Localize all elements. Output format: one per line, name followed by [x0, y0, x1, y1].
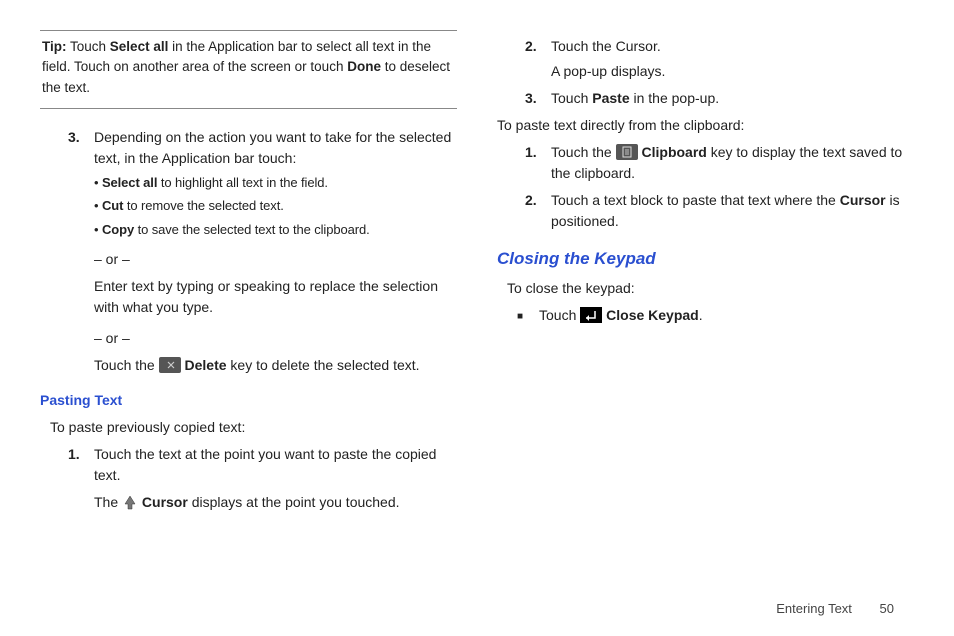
paste-step-1-body: Touch the text at the point you want to …: [94, 444, 457, 486]
paste-step-3-num: 3.: [525, 88, 551, 109]
bullet-2-rest: to remove the selected text.: [123, 198, 283, 213]
bullet-3-rest: to save the selected text to the clipboa…: [134, 222, 370, 237]
bullet-2-b: Cut: [102, 198, 123, 213]
p2-line2: A pop-up displays.: [551, 61, 914, 82]
tip-b2: Done: [347, 59, 381, 74]
paste-step-3: 3. Touch Paste in the pop-up.: [525, 88, 914, 109]
direct-step-1-body: Touch the Clipboard key to display the t…: [551, 142, 914, 184]
paste-step-1-sub: The Cursor displays at the point you tou…: [94, 492, 457, 513]
left-column: Tip: Touch Select all in the Application…: [40, 30, 477, 560]
direct-paste-intro: To paste text directly from the clipboar…: [497, 115, 914, 136]
paste-step-2: 2. Touch the Cursor. A pop-up displays.: [525, 36, 914, 82]
p3-c: in the pop-up.: [630, 90, 720, 106]
p3-b: Paste: [592, 90, 629, 106]
paste-step-2-body: Touch the Cursor. A pop-up displays.: [551, 36, 914, 82]
alt2-b: Delete: [185, 357, 227, 373]
p2-line1: Touch the Cursor.: [551, 36, 914, 57]
direct-step-2: 2. Touch a text block to paste that text…: [525, 190, 914, 232]
ci-a: Touch: [539, 307, 580, 323]
bullet-3-b: Copy: [102, 222, 134, 237]
paste-step-3-body: Touch Paste in the pop-up.: [551, 88, 914, 109]
p1sub-c: displays at the point you touched.: [188, 494, 400, 510]
direct-step-2-num: 2.: [525, 190, 551, 232]
right-column: 2. Touch the Cursor. A pop-up displays. …: [477, 30, 914, 560]
footer-page-number: 50: [880, 601, 894, 616]
step-3-bullet-1: • Select all to highlight all text in th…: [94, 173, 457, 193]
closing-item-body: Touch Close Keypad.: [539, 305, 703, 329]
d2-a: Touch a text block to paste that text wh…: [551, 192, 840, 208]
alt2-a: Touch the: [94, 357, 159, 373]
direct-step-2-body: Touch a text block to paste that text wh…: [551, 190, 914, 232]
step-3-bullet-3: • Copy to save the selected text to the …: [94, 220, 457, 240]
delete-key-icon: [159, 357, 181, 373]
closing-keypad-heading: Closing the Keypad: [497, 246, 914, 272]
back-key-icon: [580, 307, 602, 329]
d1-a: Touch the: [551, 144, 616, 160]
page-footer: Entering Text 50: [776, 601, 894, 616]
closing-intro: To close the keypad:: [507, 278, 914, 299]
p1sub-a: The: [94, 494, 122, 510]
pasting-intro: To paste previously copied text:: [50, 417, 457, 438]
tip-box: Tip: Touch Select all in the Application…: [40, 30, 457, 109]
page-body: Tip: Touch Select all in the Application…: [0, 0, 954, 570]
bullet-1-rest: to highlight all text in the field.: [157, 175, 328, 190]
direct-step-1: 1. Touch the Clipboard key to display th…: [525, 142, 914, 184]
step-3-alt1: Enter text by typing or speaking to repl…: [94, 276, 457, 318]
step-3: 3. Depending on the action you want to t…: [68, 127, 457, 169]
alt2-c: key to delete the selected text.: [227, 357, 420, 373]
ci-c: .: [699, 307, 703, 323]
step-3-num: 3.: [68, 127, 94, 169]
pasting-text-heading: Pasting Text: [40, 390, 457, 411]
step-3-bullet-2: • Cut to remove the selected text.: [94, 196, 457, 216]
paste-step-1-num: 1.: [68, 444, 94, 486]
p1sub-b: Cursor: [142, 494, 188, 510]
step-3-body: Depending on the action you want to take…: [94, 127, 457, 169]
d1-b: Clipboard: [642, 144, 707, 160]
paste-step-1: 1. Touch the text at the point you want …: [68, 444, 457, 486]
or-1: – or –: [94, 249, 457, 270]
p3-a: Touch: [551, 90, 592, 106]
tip-t1: Touch: [67, 39, 110, 54]
bullet-1-b: Select all: [102, 175, 157, 190]
clipboard-key-icon: [616, 144, 638, 160]
footer-section: Entering Text: [776, 601, 852, 616]
closing-item: ■ Touch Close Keypad.: [517, 305, 914, 329]
square-bullet-icon: ■: [517, 305, 539, 329]
step-3-alt2: Touch the Delete key to delete the selec…: [94, 355, 457, 376]
paste-step-2-num: 2.: [525, 36, 551, 82]
cursor-icon: [122, 494, 138, 510]
d2-b: Cursor: [840, 192, 886, 208]
tip-lead: Tip:: [42, 39, 67, 54]
direct-step-1-num: 1.: [525, 142, 551, 184]
ci-b: Close Keypad: [606, 307, 699, 323]
or-2: – or –: [94, 328, 457, 349]
tip-b1: Select all: [110, 39, 169, 54]
